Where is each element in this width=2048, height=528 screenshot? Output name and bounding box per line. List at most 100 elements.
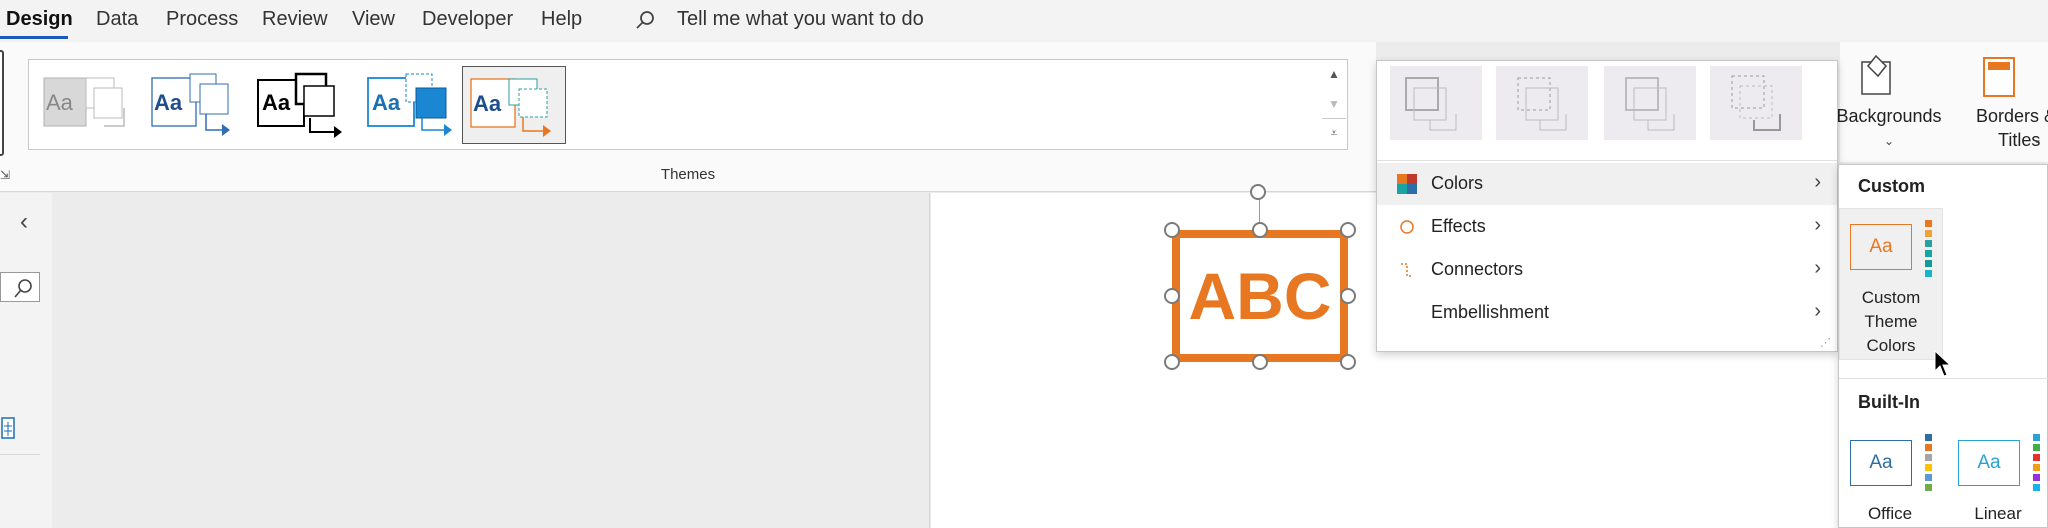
- theme-sample-text: Aa: [372, 90, 401, 115]
- swatch: [1925, 474, 1932, 481]
- variant-thumbnail-2[interactable]: [1496, 66, 1588, 140]
- rotation-handle[interactable]: [1250, 184, 1266, 200]
- panel-divider: [0, 454, 40, 455]
- mouse-cursor-icon: [1934, 349, 1952, 378]
- active-tab-indicator: [0, 36, 68, 39]
- swatch: [1925, 240, 1932, 247]
- menu-bar: Design Data Process Review View Develope…: [0, 0, 2048, 42]
- color-squares-icon: [1397, 174, 1417, 194]
- theme-thumbnail-blue-outline[interactable]: Aa: [144, 66, 248, 144]
- resize-handle-top[interactable]: [1252, 222, 1268, 238]
- swatch: [1925, 270, 1932, 277]
- dialog-launcher-icon[interactable]: ⇲: [0, 168, 10, 182]
- menu-item-embellishment[interactable]: Embellishment ›: [1377, 292, 1837, 334]
- gallery-scroll-down-button[interactable]: ▼: [1322, 90, 1346, 118]
- backgrounds-icon[interactable]: [1860, 54, 1896, 96]
- theme-thumbnail-gray[interactable]: Aa: [34, 66, 138, 144]
- canvas-offpage-area: [52, 193, 930, 528]
- resize-handle-left[interactable]: [1164, 288, 1180, 304]
- circle-icon: [1400, 220, 1414, 234]
- resize-grip-icon[interactable]: ⋰: [1820, 336, 1831, 349]
- theme-thumbnail-orange-selected[interactable]: Aa: [462, 66, 566, 144]
- custom-tile-label-line2: Theme: [1864, 312, 1918, 331]
- theme-sample-text: Aa: [46, 90, 73, 115]
- builtin-section-header: Built-In: [1858, 392, 1920, 412]
- swatch: [1925, 260, 1932, 267]
- stencil-icon[interactable]: [0, 414, 18, 442]
- gallery-more-button[interactable]: ⩡: [1322, 118, 1346, 146]
- office-colors-label: Office: [1867, 504, 1913, 523]
- menu-item-label: Effects: [1431, 216, 1486, 236]
- shapes-panel-collapsed: [0, 193, 52, 528]
- theme-thumbnail-black-sketch[interactable]: Aa: [252, 66, 356, 144]
- custom-tile-label-line1: Custom: [1861, 288, 1921, 307]
- previous-group-edge: [0, 50, 4, 156]
- office-colors-sample[interactable]: Aa: [1850, 440, 1912, 486]
- swatch: [1925, 454, 1932, 461]
- tab-design[interactable]: Design: [6, 8, 73, 31]
- resize-handle-right[interactable]: [1340, 288, 1356, 304]
- resize-handle-bottom[interactable]: [1252, 354, 1268, 370]
- theme-sample-text: Aa: [154, 90, 183, 115]
- resize-handle-bottom-right[interactable]: [1340, 354, 1356, 370]
- swatch: [2033, 474, 2040, 481]
- gallery-scroll-up-button[interactable]: ▲: [1322, 60, 1346, 88]
- tab-help[interactable]: Help: [541, 8, 582, 31]
- swatch: [2033, 454, 2040, 461]
- custom-section-header: Custom: [1858, 176, 1925, 196]
- tab-data[interactable]: Data: [96, 8, 138, 31]
- connector-icon: [1401, 263, 1413, 277]
- selected-shape[interactable]: ABC: [1172, 230, 1348, 362]
- swatch: [2033, 444, 2040, 451]
- menu-item-label: Colors: [1431, 173, 1484, 193]
- swatch: [1925, 434, 1932, 441]
- tab-process[interactable]: Process: [166, 8, 238, 31]
- chevron-right-icon: ›: [1814, 300, 1821, 322]
- tab-review[interactable]: Review: [262, 8, 328, 31]
- swatch: [2033, 464, 2040, 471]
- tab-developer[interactable]: Developer: [422, 8, 513, 31]
- borders-titles-label[interactable]: Borders &: [1976, 106, 2048, 127]
- menu-item-colors[interactable]: Colors ›: [1377, 163, 1837, 205]
- tell-me-search-box[interactable]: Tell me what you want to do: [677, 8, 924, 31]
- theme-sample-text: Aa: [473, 91, 502, 116]
- swatch: [1925, 230, 1932, 237]
- submenu-separator: [1839, 378, 2048, 379]
- borders-titles-icon[interactable]: [1982, 54, 2016, 98]
- resize-handle-top-right[interactable]: [1340, 222, 1356, 238]
- themes-group-label: Themes: [660, 166, 716, 183]
- ribbon-right-section: Backgrounds ⌄ Borders & Titles ⌄: [1836, 42, 2048, 162]
- swatch: [1925, 484, 1932, 491]
- resize-handle-bottom-left[interactable]: [1164, 354, 1180, 370]
- dropdown-separator: [1377, 160, 1837, 161]
- theme-sample-text: Aa: [262, 90, 291, 115]
- expand-panel-chevron-icon[interactable]: ‹: [20, 208, 28, 236]
- shape-text: ABC: [1188, 259, 1332, 333]
- custom-tile-label-line3: Colors: [1866, 336, 1916, 355]
- swatch: [1925, 250, 1932, 257]
- shape-search-button[interactable]: [0, 272, 40, 302]
- resize-handle-top-left[interactable]: [1164, 222, 1180, 238]
- backgrounds-label[interactable]: Backgrounds: [1834, 106, 1944, 127]
- search-icon[interactable]: [634, 9, 656, 31]
- linear-colors-sample[interactable]: Aa: [1958, 440, 2020, 486]
- menu-item-connectors[interactable]: Connectors ›: [1377, 249, 1837, 291]
- swatch: [1925, 220, 1932, 227]
- menu-item-effects[interactable]: Effects ›: [1377, 206, 1837, 248]
- borders-chevron-down-icon[interactable]: ⌄: [2032, 132, 2042, 146]
- chevron-right-icon: ›: [1814, 214, 1821, 236]
- menu-item-label: Connectors: [1431, 259, 1524, 279]
- backgrounds-chevron-down-icon[interactable]: ⌄: [1884, 134, 1894, 148]
- swatch: [2033, 434, 2040, 441]
- variant-thumbnail-4[interactable]: [1710, 66, 1802, 140]
- swatch: [2033, 484, 2040, 491]
- chevron-right-icon: ›: [1814, 171, 1821, 193]
- variant-thumbnail-3[interactable]: [1604, 66, 1696, 140]
- custom-colors-sample: Aa: [1850, 224, 1912, 270]
- tab-view[interactable]: View: [352, 8, 395, 31]
- swatch: [1925, 464, 1932, 471]
- theme-thumbnail-blue-fill[interactable]: Aa: [362, 66, 466, 144]
- variant-thumbnail-1[interactable]: [1390, 66, 1482, 140]
- menu-item-label: Embellishment: [1431, 302, 1550, 322]
- swatch: [1925, 444, 1932, 451]
